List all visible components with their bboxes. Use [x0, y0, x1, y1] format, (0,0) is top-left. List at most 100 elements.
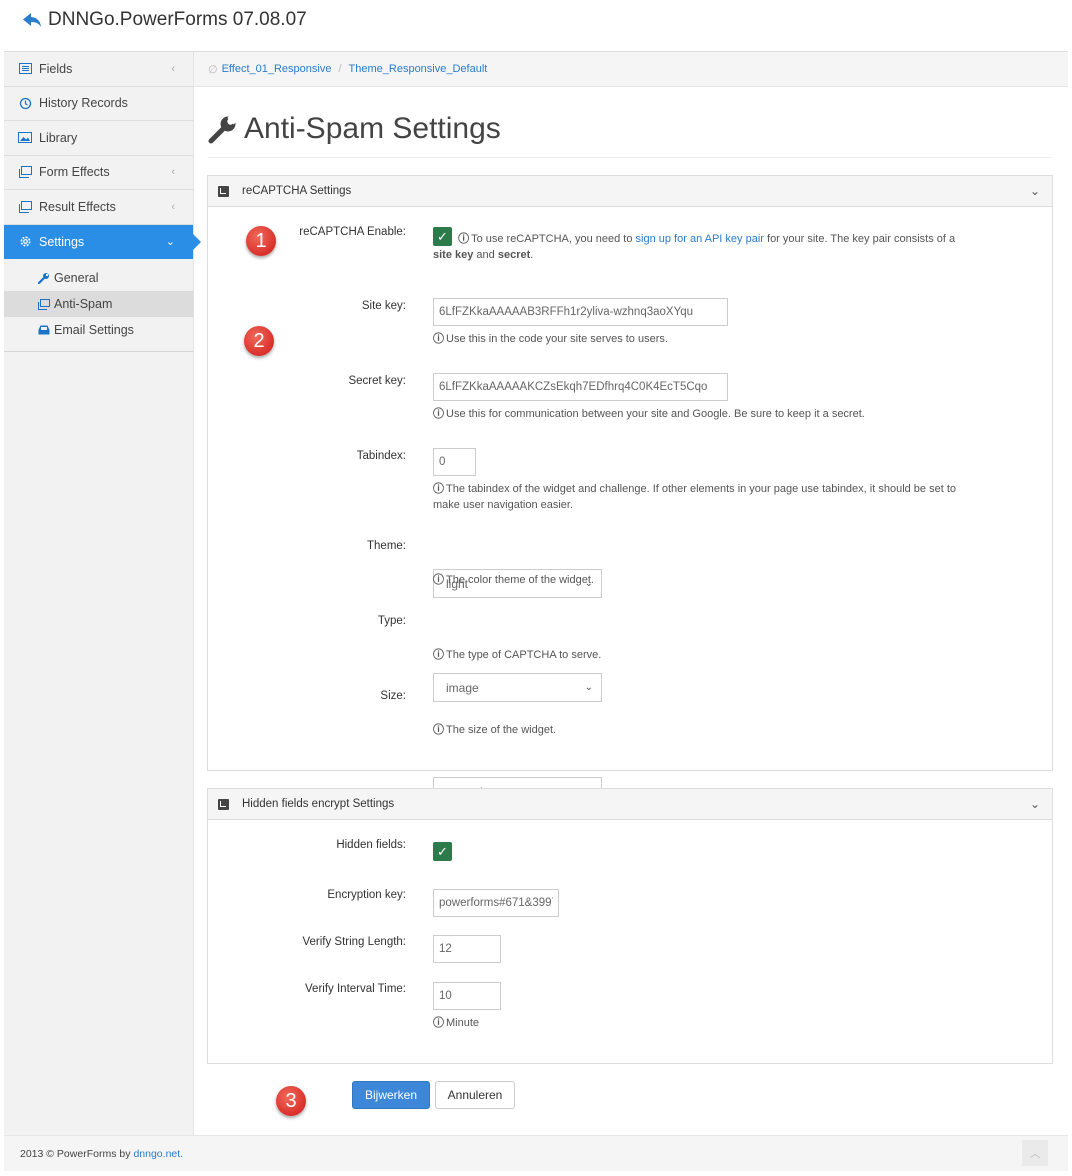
site-key-label: Site key: — [361, 300, 406, 312]
sidebar-item-result-effects[interactable]: Result Effects ‹ — [4, 190, 193, 225]
callout-marker-3: 3 — [276, 1086, 306, 1116]
submenu-item-label: Anti-Spam — [54, 297, 113, 311]
recaptcha-enable-label: reCAPTCHA Enable: — [299, 226, 406, 238]
sidebar-item-settings[interactable]: Settings ⌄ — [4, 224, 201, 259]
type-help: ⓘ The type of CAPTCHA to serve. — [433, 647, 601, 663]
sidebar-item-library[interactable]: Library — [4, 121, 193, 156]
hidden-fields-label: Hidden fields: — [336, 839, 406, 851]
windows-icon — [37, 298, 51, 310]
size-help: ⓘ The size of the widget. — [433, 722, 556, 738]
sidebar-item-label: Result Effects — [39, 199, 116, 214]
help-text: The type of CAPTCHA to serve. — [446, 649, 602, 661]
tabindex-label: Tabindex: — [356, 450, 406, 462]
chevron-left-icon: ‹ — [171, 200, 175, 213]
recaptcha-panel-header[interactable]: reCAPTCHA Settings ⌄ — [208, 176, 1052, 207]
encryption-key-input[interactable] — [433, 889, 559, 917]
help-text: The tabindex of the widget and challenge… — [446, 483, 957, 495]
info-icon: ⓘ — [433, 649, 444, 661]
reply-arrow-icon[interactable] — [22, 12, 42, 28]
help-text: To use reCAPTCHA, you need to — [471, 233, 636, 245]
help-text: The size of the widget. — [446, 724, 557, 736]
footer-link[interactable]: dnngo.net. — [133, 1148, 183, 1160]
panel-title: Hidden fields encrypt Settings — [242, 798, 395, 810]
api-key-signup-link[interactable]: sign up for an API key pair — [636, 233, 764, 245]
history-icon — [18, 96, 32, 110]
breadcrumb: ∅ Effect_01_Responsive / Theme_Responsiv… — [194, 51, 1068, 87]
submenu-item-email-settings[interactable]: Email Settings — [4, 317, 193, 343]
info-icon: ⓘ — [433, 408, 444, 420]
sidebar-item-form-effects[interactable]: Form Effects ‹ — [4, 156, 193, 190]
breadcrumb-separator: / — [338, 63, 342, 75]
info-icon: ⓘ — [433, 724, 444, 736]
hidden-fields-panel-header[interactable]: Hidden fields encrypt Settings ⌄ — [208, 789, 1052, 820]
window-icon — [18, 200, 32, 214]
site-key-help: ⓘ Use this in the code your site serves t… — [433, 331, 668, 347]
help-text: Use this in the code your site serves to… — [446, 333, 668, 345]
leaf-icon: ∅ — [208, 63, 218, 76]
sidebar: Fields ‹ History Records Library Form Ef… — [4, 51, 201, 1135]
help-text: The color theme of the widget. — [446, 574, 594, 586]
sidebar-item-history-records[interactable]: History Records — [4, 87, 193, 121]
secret-key-label: Secret key: — [348, 375, 406, 387]
sidebar-item-fields[interactable]: Fields ‹ — [4, 52, 193, 87]
hidden-fields-panel: Hidden fields encrypt Settings ⌄ Hidden … — [207, 788, 1053, 1064]
info-icon: ⓘ — [433, 1017, 444, 1029]
app-title: DNNGo.PowerForms 07.08.07 — [48, 9, 307, 30]
submenu-item-label: General — [54, 271, 99, 285]
collapse-icon — [218, 798, 229, 810]
callout-marker-2: 2 — [244, 326, 274, 356]
recaptcha-enable-checkbox[interactable]: ✓ — [433, 227, 452, 247]
help-text-bold: site key — [433, 249, 474, 261]
chevron-left-icon: ‹ — [171, 62, 175, 75]
tabindex-input[interactable] — [433, 448, 476, 476]
sidebar-item-label: Fields — [39, 61, 73, 76]
submenu-item-general[interactable]: General — [4, 265, 193, 291]
hidden-fields-control: ✓ — [433, 842, 452, 861]
site-key-input[interactable] — [433, 298, 728, 326]
wrench-icon — [37, 272, 51, 284]
update-button[interactable]: Bijwerken — [352, 1081, 430, 1109]
submenu-item-anti-spam[interactable]: Anti-Spam — [4, 291, 193, 317]
recaptcha-panel: reCAPTCHA Settings ⌄ reCAPTCHA Enable: ✓… — [207, 175, 1053, 806]
page-heading: Anti-Spam Settings — [208, 100, 1052, 158]
footer: 2013 © PowerForms by dnngo.net. ︿ — [4, 1135, 1068, 1171]
help-text: Minute — [446, 1017, 480, 1029]
help-text-bold: secret — [497, 249, 531, 261]
cancel-button[interactable]: Annuleren — [435, 1081, 515, 1109]
window-icon — [18, 165, 32, 179]
sidebar-item-label: Settings — [39, 234, 85, 249]
chevron-down-icon[interactable]: ⌄ — [1030, 797, 1040, 811]
app-title-bar: DNNGo.PowerForms 07.08.07 — [22, 8, 307, 32]
gear-icon — [18, 235, 32, 249]
info-icon: ⓘ — [433, 333, 444, 345]
help-text: for your site. The key pair consists of … — [763, 233, 956, 245]
list-icon — [18, 62, 32, 76]
help-text: make user navigation easier. — [433, 499, 574, 511]
submenu-item-label: Email Settings — [54, 323, 134, 337]
type-label: Type: — [377, 615, 406, 627]
secret-key-input[interactable] — [433, 373, 728, 401]
verify-interval-help: ⓘ Minute — [433, 1015, 479, 1031]
info-icon: ⓘ — [433, 574, 444, 586]
inbox-icon — [37, 325, 51, 335]
breadcrumb-link[interactable]: Theme_Responsive_Default — [349, 63, 488, 75]
select-value: image — [446, 680, 479, 695]
breadcrumb-link[interactable]: Effect_01_Responsive — [222, 63, 332, 75]
footer-text: 2013 © PowerForms by — [20, 1147, 131, 1160]
info-icon: ⓘ — [433, 483, 444, 495]
verify-length-input[interactable] — [433, 935, 501, 963]
sidebar-item-label: Library — [39, 130, 78, 145]
hidden-fields-checkbox[interactable]: ✓ — [433, 842, 452, 861]
secret-key-help: ⓘ Use this for communication between your… — [433, 406, 865, 422]
help-text: . — [530, 249, 534, 261]
chevron-left-icon: ‹ — [171, 166, 175, 179]
sidebar-item-label: History Records — [39, 96, 128, 111]
theme-label: Theme: — [367, 540, 406, 552]
chevron-down-icon[interactable]: ⌄ — [1030, 184, 1040, 198]
chevron-up-icon[interactable]: ︿ — [1022, 1140, 1048, 1166]
verify-interval-input[interactable] — [433, 982, 501, 1010]
image-icon — [18, 131, 32, 145]
size-label: Size: — [380, 690, 406, 702]
type-select[interactable]: image ⌄ — [433, 673, 602, 702]
wrench-icon — [208, 111, 240, 144]
